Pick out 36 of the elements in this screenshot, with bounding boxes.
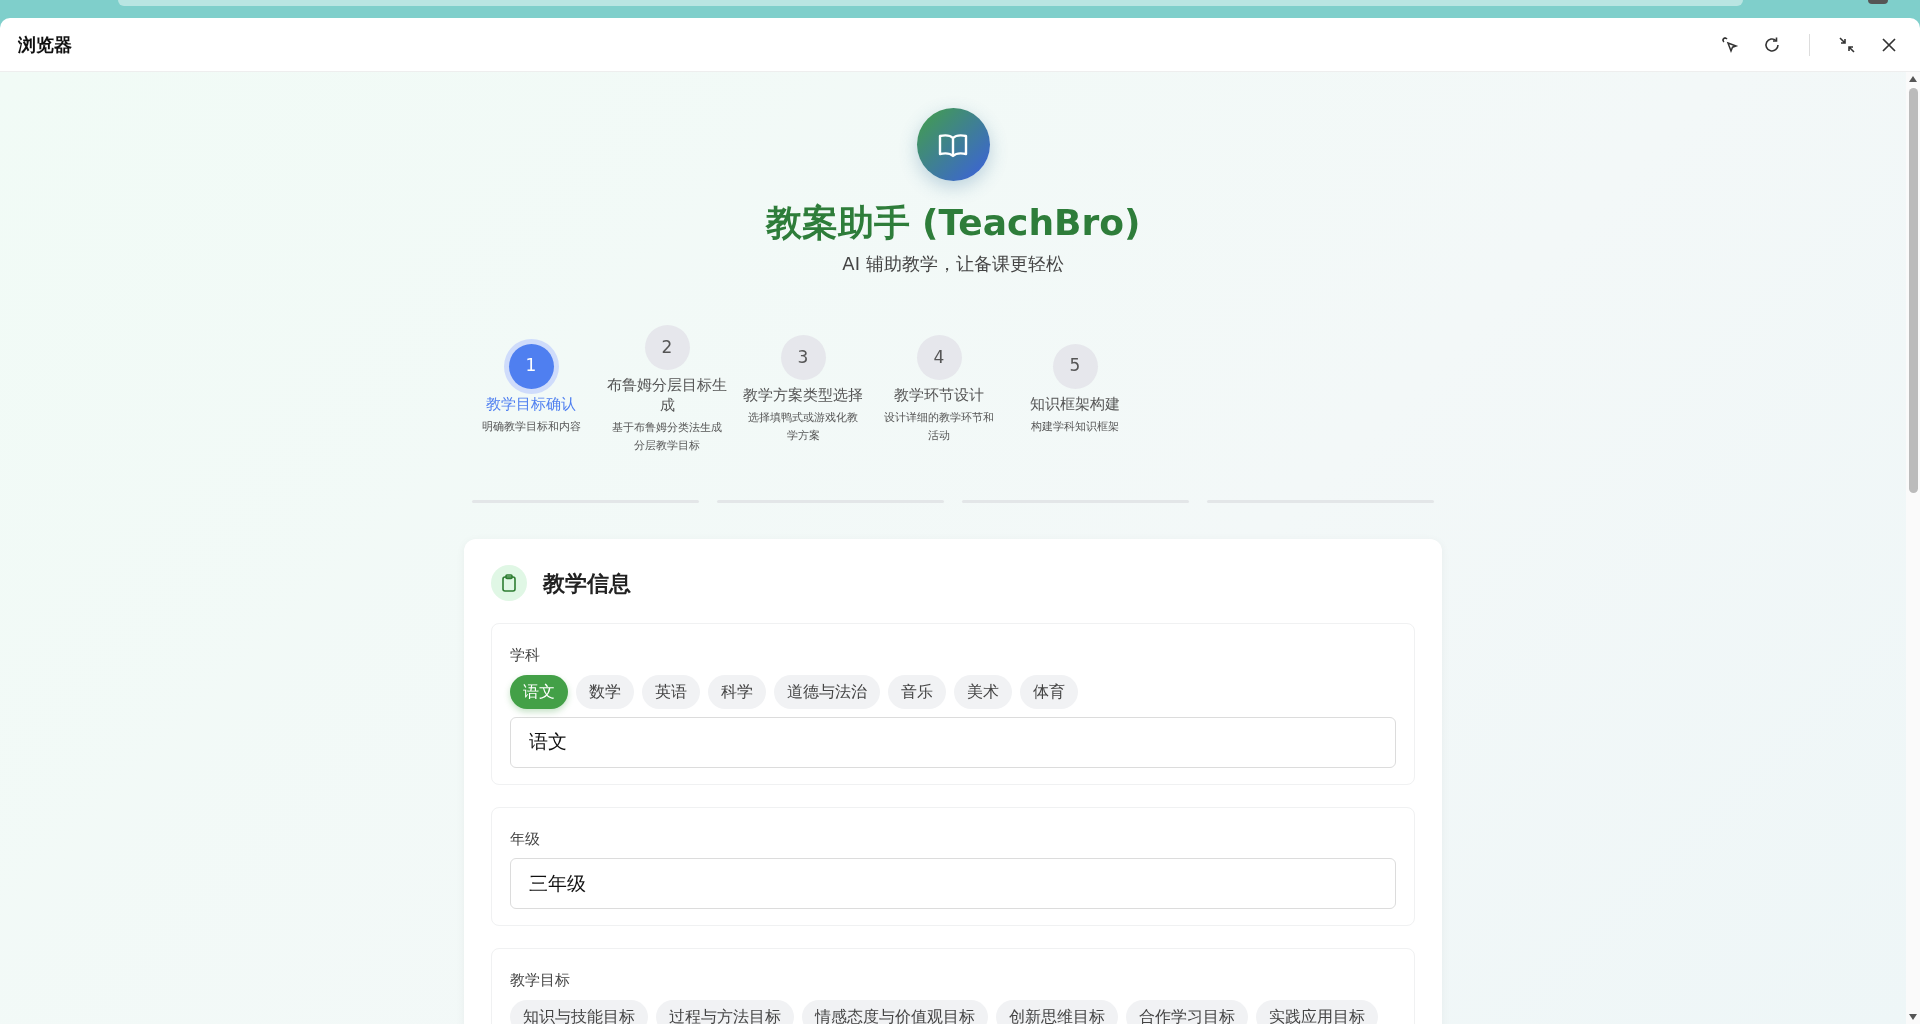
option-chip[interactable]: 音乐	[888, 674, 946, 709]
step-description: 明确教学目标和内容	[480, 419, 582, 436]
step-number[interactable]: 3	[780, 334, 826, 380]
field-label: 学科	[510, 645, 541, 667]
option-chip[interactable]: 道德与法治	[774, 674, 880, 709]
option-chip[interactable]: 体育	[1020, 674, 1078, 709]
app-title: 教案助手 (TeachBro)	[765, 201, 1141, 245]
input-field[interactable]: 三年级	[510, 858, 1396, 910]
step-description: 选择填鸭式或游戏化教学方案	[747, 410, 859, 445]
window-title: 浏览器	[18, 33, 72, 57]
step-title: 教学环节设计	[893, 385, 985, 406]
field-label: 教学目标	[510, 970, 571, 992]
input-field[interactable]: 语文	[510, 716, 1396, 768]
step-description: 设计详细的教学环节和活动	[883, 410, 995, 445]
step-description: 基于布鲁姆分类法生成分层教学目标	[611, 420, 723, 454]
step-title: 布鲁姆分层目标生成	[606, 376, 728, 416]
step-number[interactable]: 5	[1052, 343, 1098, 389]
step-title: 教学方案类型选择	[742, 385, 864, 406]
step-number[interactable]: 4	[916, 334, 962, 380]
app-subtitle: AI 辅助教学，让备课更轻松	[842, 252, 1064, 277]
step-number[interactable]: 2	[644, 325, 690, 371]
step-title: 知识框架构建	[1029, 394, 1121, 415]
option-chip[interactable]: 科学	[708, 674, 766, 709]
option-chip[interactable]: 英语	[642, 674, 700, 709]
option-chip[interactable]: 过程与方法目标	[656, 999, 794, 1024]
option-chip[interactable]: 创新思维目标	[996, 999, 1118, 1024]
option-chip[interactable]: 合作学习目标	[1126, 999, 1248, 1024]
field-label: 年级	[510, 828, 541, 850]
step-description: 构建学科知识框架	[1030, 419, 1120, 436]
option-chip[interactable]: 实践应用目标	[1256, 999, 1378, 1024]
step-title: 教学目标确认	[485, 394, 577, 415]
option-chip[interactable]: 美术	[954, 674, 1012, 709]
option-chip[interactable]: 情感态度与价值观目标	[802, 999, 988, 1024]
card-title: 教学信息	[543, 569, 631, 598]
option-chip[interactable]: 数学	[576, 674, 634, 709]
option-chip[interactable]: 知识与技能目标	[510, 999, 648, 1024]
